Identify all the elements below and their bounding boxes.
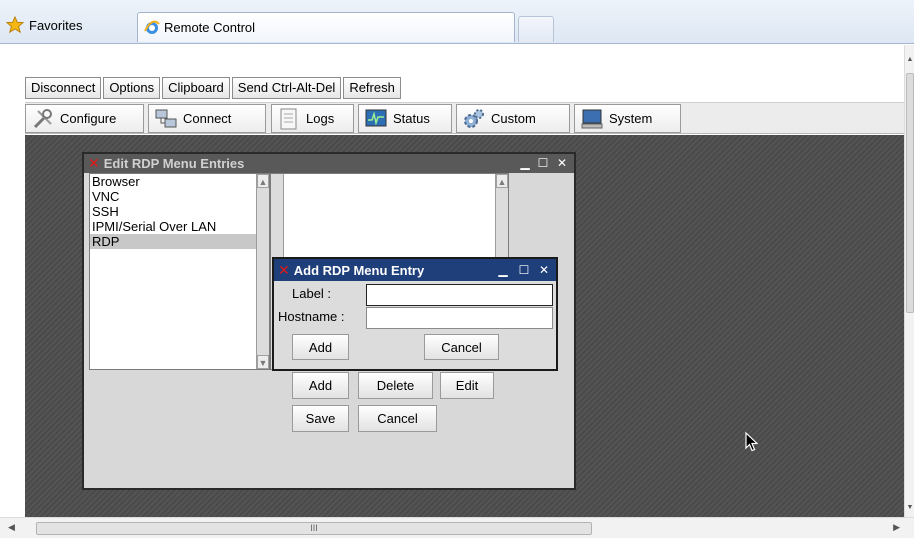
add-dialog-titlebar[interactable]: ✕ Add RDP Menu Entry ▁ ☐ ✕ [274,259,556,281]
hostname-input[interactable] [366,307,553,329]
scroll-left-icon[interactable]: ◀ [8,522,15,533]
new-tab-button[interactable] [518,16,554,42]
configure-button[interactable]: Configure [25,104,144,133]
add-entry-button[interactable]: Add [292,372,349,399]
scroll-up-icon[interactable]: ▲ [257,174,269,188]
cancel-button[interactable]: Cancel [358,405,437,432]
scroll-right-icon[interactable]: ▶ [893,522,900,533]
menu-entries-list[interactable]: Browser VNC SSH IPMI/Serial Over LAN RDP… [89,173,270,370]
system-label: System [609,111,653,126]
page-vertical-scrollbar[interactable]: ▲ ▼ [904,45,914,517]
x-logo-icon: ✕ [88,155,100,171]
minimize-icon[interactable]: ▁ [518,156,532,170]
edit-entry-button[interactable]: Edit [440,372,494,399]
scroll-down-icon[interactable]: ▼ [905,503,914,513]
logs-button[interactable]: Logs [271,104,354,133]
action-button-row: Disconnect Options Clipboard Send Ctrl-A… [25,77,401,99]
ie-icon [144,20,160,34]
remote-desktop[interactable]: ✕ Edit RDP Menu Entries ▁ ☐ ✕ Browser VN… [25,135,904,517]
custom-label: Custom [491,111,536,126]
scroll-up-icon[interactable]: ▲ [905,55,914,65]
system-button[interactable]: System [574,104,681,133]
page-content: Disconnect Options Clipboard Send Ctrl-A… [0,45,904,517]
edit-window-titlebar[interactable]: ✕ Edit RDP Menu Entries ▁ ☐ ✕ [84,154,574,173]
tab-remote-control[interactable]: Remote Control [137,12,515,42]
label-input[interactable] [366,284,553,306]
close-icon[interactable]: ✕ [537,263,551,277]
disconnect-button[interactable]: Disconnect [25,77,102,99]
edit-window-title: Edit RDP Menu Entries [103,156,245,171]
status-label: Status [393,111,430,126]
minimize-icon[interactable]: ▁ [496,263,510,277]
label-field-label: Label : [292,286,332,301]
star-icon [6,16,24,34]
clipboard-button[interactable]: Clipboard [162,77,230,99]
computer-icon [581,109,603,128]
browser-tab-bar: Favorites Remote Control [0,0,914,44]
scroll-thumb[interactable]: III [36,522,592,535]
scroll-up-icon[interactable]: ▲ [496,174,508,188]
list-item[interactable]: SSH [90,204,269,219]
favorites-button[interactable]: Favorites [6,14,82,36]
delete-entry-button[interactable]: Delete [358,372,433,399]
add-dialog-title: Add RDP Menu Entry [293,262,425,278]
scroll-down-icon[interactable]: ▼ [257,355,269,369]
mouse-cursor-icon [745,432,759,452]
send-ctrl-alt-del-button[interactable]: Send Ctrl-Alt-Del [231,77,342,99]
custom-button[interactable]: Custom [456,104,570,133]
x-logo-icon: ✕ [278,261,290,278]
page-horizontal-scrollbar[interactable]: ◀ III ▶ [0,517,914,538]
add-button[interactable]: Add [292,334,349,360]
list-item[interactable]: Browser [90,174,269,189]
main-toolbar: Configure Connect Logs Status Custom Sys… [25,102,904,134]
left-list-scrollbar[interactable]: ▲ ▼ [256,174,269,369]
maximize-icon[interactable]: ☐ [536,156,550,170]
connect-button[interactable]: Connect [148,104,266,133]
list-item[interactable]: VNC [90,189,269,204]
refresh-button[interactable]: Refresh [343,77,401,99]
options-button[interactable]: Options [103,77,161,99]
connect-label: Connect [183,111,232,126]
monitor-graph-icon [365,109,387,126]
list-item[interactable]: IPMI/Serial Over LAN [90,219,269,234]
hostname-field-label: Hostname : [278,309,345,324]
wrench-icon [33,108,52,128]
save-button[interactable]: Save [292,405,349,432]
maximize-icon[interactable]: ☐ [517,263,531,277]
scroll-thumb[interactable] [906,73,914,313]
status-button[interactable]: Status [358,104,452,133]
cancel-button[interactable]: Cancel [424,334,499,360]
document-icon [280,108,297,129]
network-icon [155,109,177,127]
list-item-selected[interactable]: RDP [90,234,269,249]
close-icon[interactable]: ✕ [555,156,569,170]
configure-label: Configure [60,111,117,126]
logs-label: Logs [306,111,335,126]
tab-title: Remote Control [164,20,256,35]
gears-icon [464,108,484,128]
favorites-label: Favorites [29,17,83,33]
add-rdp-entry-dialog: ✕ Add RDP Menu Entry ▁ ☐ ✕ Label : Hostn… [272,257,558,371]
scroll-grip: III [310,523,318,533]
